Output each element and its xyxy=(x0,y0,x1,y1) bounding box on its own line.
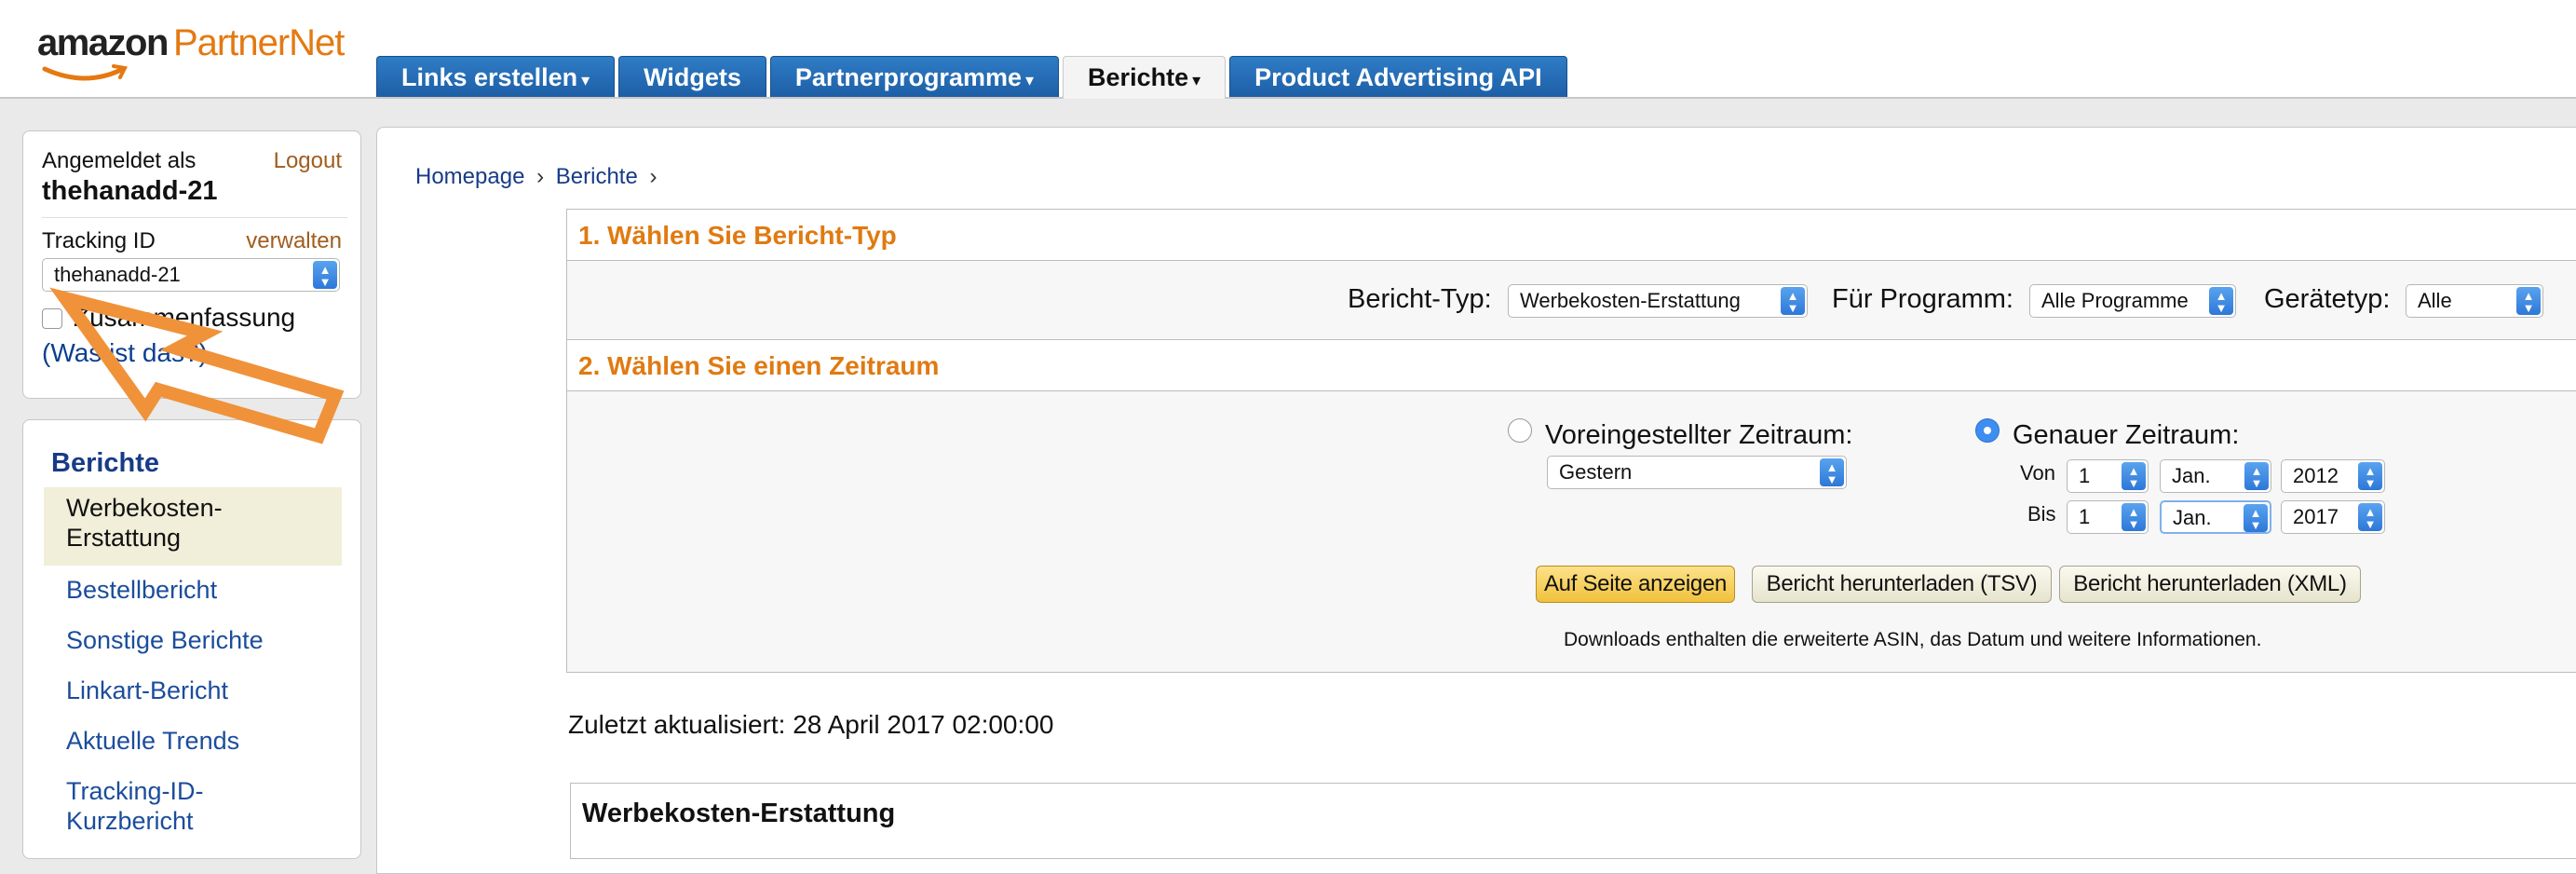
logged-in-label: Angemeldet als xyxy=(42,148,197,173)
select-arrows-icon: ▲ ▼ xyxy=(1820,458,1844,486)
select-arrows-icon: ▲ ▼ xyxy=(2122,462,2146,490)
select-value: Jan. xyxy=(2173,506,2212,529)
select-arrows-icon: ▲ ▼ xyxy=(2516,287,2541,315)
tab-label: Berichte xyxy=(1088,63,1189,91)
breadcrumb-separator: › xyxy=(649,164,658,189)
breadcrumb: Homepage › Berichte › xyxy=(415,164,662,190)
top-header: amazon PartnerNet Links erstellen ▾ Widge… xyxy=(0,0,2576,99)
exact-range-label: Genauer Zeitraum: xyxy=(2013,420,2240,450)
select-value: 1 xyxy=(2079,464,2091,487)
tab-product-advertising-api[interactable]: Product Advertising API xyxy=(1229,56,1567,97)
date-range-section-title: 2. Wählen Sie einen Zeitraum xyxy=(578,351,940,380)
to-year-select[interactable]: 2017 ▲ ▼ xyxy=(2281,500,2385,534)
amazon-partnernet-logo[interactable]: amazon PartnerNet xyxy=(37,17,354,82)
device-type-label: Gerätetyp: xyxy=(2264,284,2391,314)
tab-partnerprogramme[interactable]: Partnerprogramme ▾ xyxy=(769,56,1060,97)
report-type-label: Bericht-Typ: xyxy=(1348,284,1492,314)
tracking-id-label: Tracking ID xyxy=(42,228,156,253)
amazon-smile-icon xyxy=(42,64,128,81)
select-arrows-icon: ▲ ▼ xyxy=(2244,504,2268,532)
nav-item-bestellbericht[interactable]: Bestellbericht xyxy=(66,575,217,605)
breadcrumb-separator: › xyxy=(536,164,545,189)
last-updated-text: Zuletzt aktualisiert: 28 April 2017 02:0… xyxy=(568,710,1054,739)
manage-tracking-ids-link[interactable]: verwalten xyxy=(246,228,342,254)
tab-label: Product Advertising API xyxy=(1254,63,1542,91)
from-year-select[interactable]: 2012 ▲ ▼ xyxy=(2281,459,2385,493)
logo-text-partnernet: PartnerNet xyxy=(173,22,345,63)
from-day-select[interactable]: 1 ▲ ▼ xyxy=(2067,459,2149,493)
section-header: 1. Wählen Sie Bericht-Typ xyxy=(567,210,2576,261)
breadcrumb-homepage[interactable]: Homepage xyxy=(415,164,524,189)
select-arrows-icon: ▲ ▼ xyxy=(2358,462,2382,490)
download-tsv-button[interactable]: Bericht herunterladen (TSV) xyxy=(1752,566,2052,603)
preset-range-label: Voreingestellter Zeitraum: xyxy=(1545,420,1853,450)
nav-item-sonstige-berichte[interactable]: Sonstige Berichte xyxy=(66,625,264,655)
nav-item-aktuelle-trends[interactable]: Aktuelle Trends xyxy=(66,726,239,756)
date-range-section: 2. Wählen Sie einen Zeitraum Voreingeste… xyxy=(566,339,2576,673)
select-arrows-icon: ▲ ▼ xyxy=(2122,503,2146,531)
to-label: Bis xyxy=(2027,502,2056,526)
select-arrows-icon: ▲ ▼ xyxy=(2358,503,2382,531)
preset-range-select[interactable]: Gestern ▲ ▼ xyxy=(1547,456,1847,489)
select-arrows-icon: ▲ ▼ xyxy=(2244,462,2269,490)
to-day-select[interactable]: 1 ▲ ▼ xyxy=(2067,500,2149,534)
nav-item-tracking-id-kurzbericht[interactable]: Tracking-ID-Kurzbericht xyxy=(66,776,243,836)
download-info-text: Downloads enthalten die erweiterte ASIN,… xyxy=(1564,629,2262,650)
dropdown-caret-icon: ▾ xyxy=(581,71,590,89)
username: thehanadd-21 xyxy=(42,176,218,206)
to-month-select[interactable]: Jan. ▲ ▼ xyxy=(2160,500,2271,534)
logo-text-amazon: amazon xyxy=(37,22,169,63)
tab-berichte[interactable]: Berichte ▾ xyxy=(1063,56,1227,99)
reports-nav-panel: Berichte Werbekosten-Erstattung Bestellb… xyxy=(22,419,361,859)
section-header: 2. Wählen Sie einen Zeitraum xyxy=(567,340,2576,391)
dropdown-caret-icon: ▾ xyxy=(1025,71,1035,89)
select-arrows-icon: ▲ ▼ xyxy=(1781,287,1805,315)
exact-range-radio[interactable] xyxy=(1975,418,2000,443)
show-on-page-button[interactable]: Auf Seite anzeigen xyxy=(1536,566,1735,603)
report-type-select[interactable]: Werbekosten-Erstattung ▲ ▼ xyxy=(1508,284,1808,318)
select-arrows-icon: ▲ ▼ xyxy=(2209,287,2233,315)
select-value: Jan. xyxy=(2172,464,2211,487)
tab-label: Links erstellen xyxy=(401,63,578,91)
report-type-section: 1. Wählen Sie Bericht-Typ Bericht-Typ: W… xyxy=(566,209,2576,341)
select-value: Werbekosten-Erstattung xyxy=(1520,289,1741,312)
from-label: Von xyxy=(2020,461,2055,485)
divider xyxy=(42,217,347,218)
annotation-arrow-icon xyxy=(49,287,345,444)
download-xml-button[interactable]: Bericht herunterladen (XML) xyxy=(2059,566,2361,603)
tab-label: Widgets xyxy=(644,63,741,91)
tab-links-erstellen[interactable]: Links erstellen ▾ xyxy=(376,56,616,97)
main-tabs: Links erstellen ▾ Widgets Partnerprogramm… xyxy=(376,56,1571,99)
select-value: Alle Programme xyxy=(2041,289,2189,312)
preset-range-radio[interactable] xyxy=(1508,418,1532,443)
tab-label: Partnerprogramme xyxy=(794,63,1022,91)
program-select[interactable]: Alle Programme ▲ ▼ xyxy=(2029,284,2236,318)
tab-widgets[interactable]: Widgets xyxy=(618,56,766,97)
nav-item-werbekosten-erstattung[interactable]: Werbekosten-Erstattung xyxy=(66,493,327,553)
logout-link[interactable]: Logout xyxy=(274,148,342,174)
dropdown-caret-icon: ▾ xyxy=(1192,71,1201,89)
report-type-section-title: 1. Wählen Sie Bericht-Typ xyxy=(578,221,897,250)
select-value: 2017 xyxy=(2293,505,2339,528)
select-value: 1 xyxy=(2079,505,2091,528)
nav-item-linkart-bericht[interactable]: Linkart-Bericht xyxy=(66,676,228,705)
select-value: Gestern xyxy=(1559,460,1633,484)
from-month-select[interactable]: Jan. ▲ ▼ xyxy=(2160,459,2271,493)
report-result-title: Werbekosten-Erstattung xyxy=(582,799,896,828)
select-value: 2012 xyxy=(2293,464,2339,487)
device-type-select[interactable]: Alle ▲ ▼ xyxy=(2406,284,2543,318)
breadcrumb-berichte[interactable]: Berichte xyxy=(556,164,638,189)
report-result-panel: Werbekosten-Erstattung xyxy=(570,783,2576,859)
select-value: Alle xyxy=(2418,289,2452,312)
program-label: Für Programm: xyxy=(1832,284,2013,314)
